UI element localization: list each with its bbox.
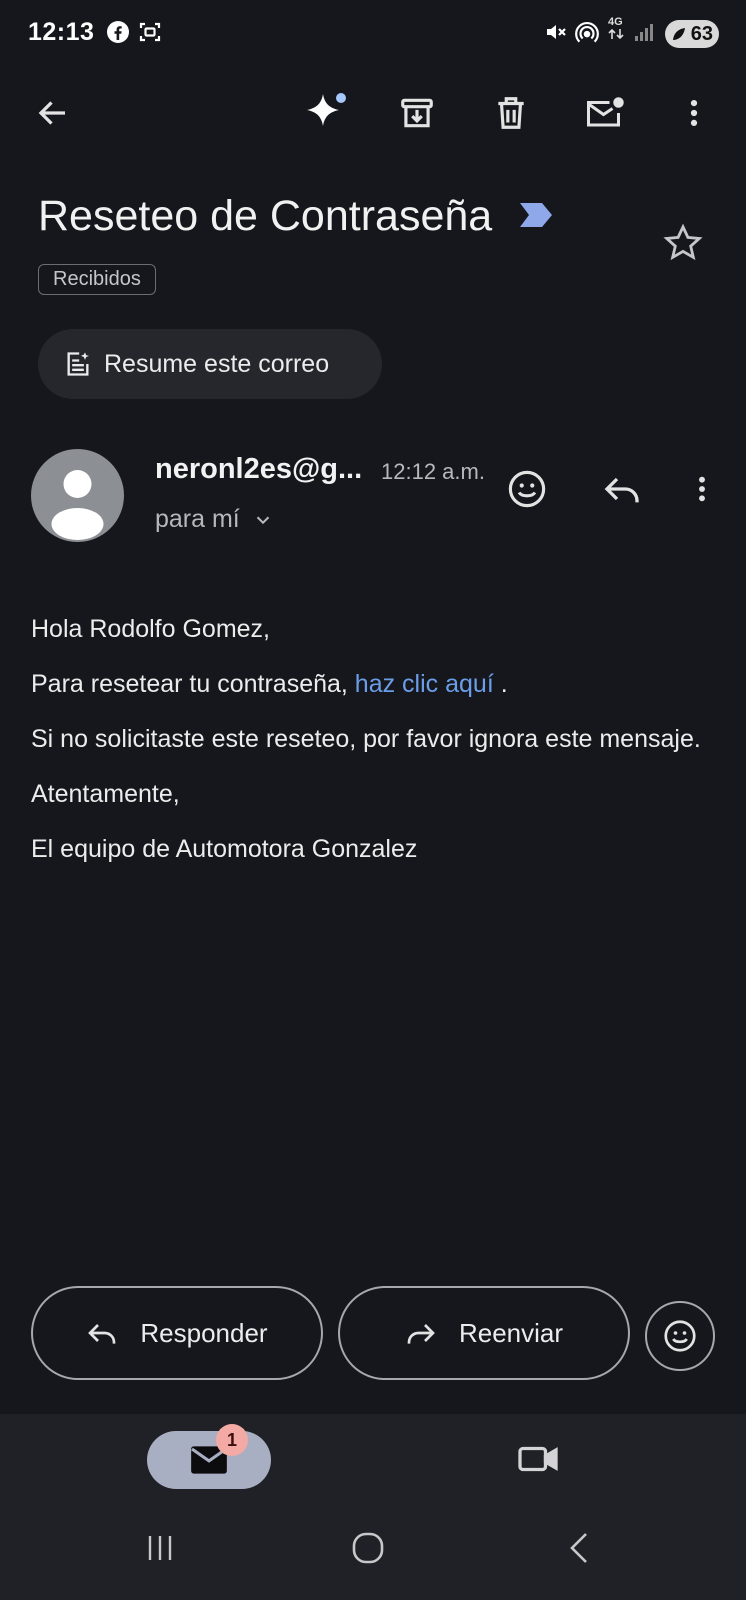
emoji-reaction-button[interactable] [645, 1301, 715, 1371]
sender-name[interactable]: neronl2es@g... [155, 453, 362, 486]
email-time: 12:12 a.m. [381, 459, 485, 484]
reply-icon [604, 477, 639, 503]
important-marker-icon[interactable] [518, 201, 554, 229]
summarize-email-button[interactable]: Resume este correo [38, 329, 382, 399]
battery-level: 63 [690, 22, 713, 45]
network-type: 4G [608, 17, 624, 40]
email-body: Hola Rodolfo Gomez, Para resetear tu con… [31, 614, 711, 889]
body-reset-line: Para resetear tu contraseña, haz clic aq… [31, 670, 508, 698]
mute-icon [544, 20, 568, 44]
email-subject: Reseteo de Contraseña [38, 192, 554, 241]
status-time: 12:13 [28, 18, 95, 46]
status-bar: 12:13 4G 63 [0, 0, 746, 64]
system-back-button[interactable] [562, 1530, 598, 1566]
recipient-toggle[interactable]: para mí [155, 505, 274, 534]
star-icon [663, 223, 703, 261]
forward-icon [407, 1324, 435, 1344]
gemini-sparkle-icon [307, 93, 346, 126]
gemini-button[interactable] [297, 84, 353, 140]
reply-icon [88, 1324, 116, 1344]
recent-apps-button[interactable] [142, 1530, 178, 1566]
emoji-icon [508, 470, 546, 508]
body-signature: El equipo de Automotora Gonzalez [31, 835, 418, 863]
reply-label: Responder [140, 1317, 268, 1348]
unread-count-badge: 1 [216, 1424, 248, 1456]
hotspot-icon [574, 20, 600, 46]
sender-avatar[interactable] [31, 449, 124, 542]
reply-button[interactable] [594, 461, 650, 517]
screenshot-icon [138, 20, 162, 44]
mark-unread-icon [587, 97, 624, 127]
video-camera-icon [518, 1446, 558, 1472]
delete-button[interactable] [483, 85, 539, 141]
body-greeting: Hola Rodolfo Gomez, [31, 615, 271, 643]
message-more-button[interactable] [674, 461, 730, 517]
recent-apps-icon [148, 1536, 172, 1560]
reply-action-button[interactable]: Responder [31, 1286, 323, 1380]
meet-tab[interactable] [510, 1434, 566, 1484]
emoji-icon [664, 1320, 696, 1352]
add-reaction-button[interactable] [499, 461, 555, 517]
facebook-icon [106, 20, 130, 44]
mark-unread-button[interactable] [577, 85, 633, 141]
more-options-button[interactable] [666, 85, 722, 141]
recipient-label: para mí [155, 505, 240, 533]
summary-icon [67, 352, 90, 376]
body-ignore-line: Si no solicitaste este reseteo, por favo… [31, 725, 701, 753]
home-icon [352, 1532, 384, 1564]
inbox-label-chip[interactable]: Recibidos [38, 264, 156, 295]
back-arrow-icon [38, 101, 65, 125]
bottom-navigation [0, 1414, 746, 1600]
archive-button[interactable] [389, 85, 445, 141]
forward-label: Reenviar [458, 1317, 564, 1348]
archive-icon [401, 98, 433, 128]
back-button[interactable] [25, 85, 81, 141]
chevron-down-icon [256, 516, 269, 524]
star-button[interactable] [662, 222, 704, 264]
home-button[interactable] [350, 1530, 386, 1566]
more-vert-icon [690, 99, 698, 127]
summary-label: Resume este correo [104, 349, 330, 378]
signal-icon [634, 21, 656, 43]
delete-icon [498, 97, 524, 129]
mail-tab[interactable] [147, 1431, 271, 1489]
forward-action-button[interactable]: Reenviar [338, 1286, 630, 1380]
battery-indicator: 63 [665, 20, 719, 48]
reset-link[interactable]: haz clic aquí [355, 670, 494, 698]
system-back-icon [570, 1533, 587, 1563]
power-saving-icon [673, 28, 685, 40]
person-icon [51, 470, 104, 540]
more-vert-icon [699, 476, 705, 502]
subject-text: Reseteo de Contraseña [38, 192, 493, 240]
body-closing: Atentamente, [31, 780, 180, 808]
